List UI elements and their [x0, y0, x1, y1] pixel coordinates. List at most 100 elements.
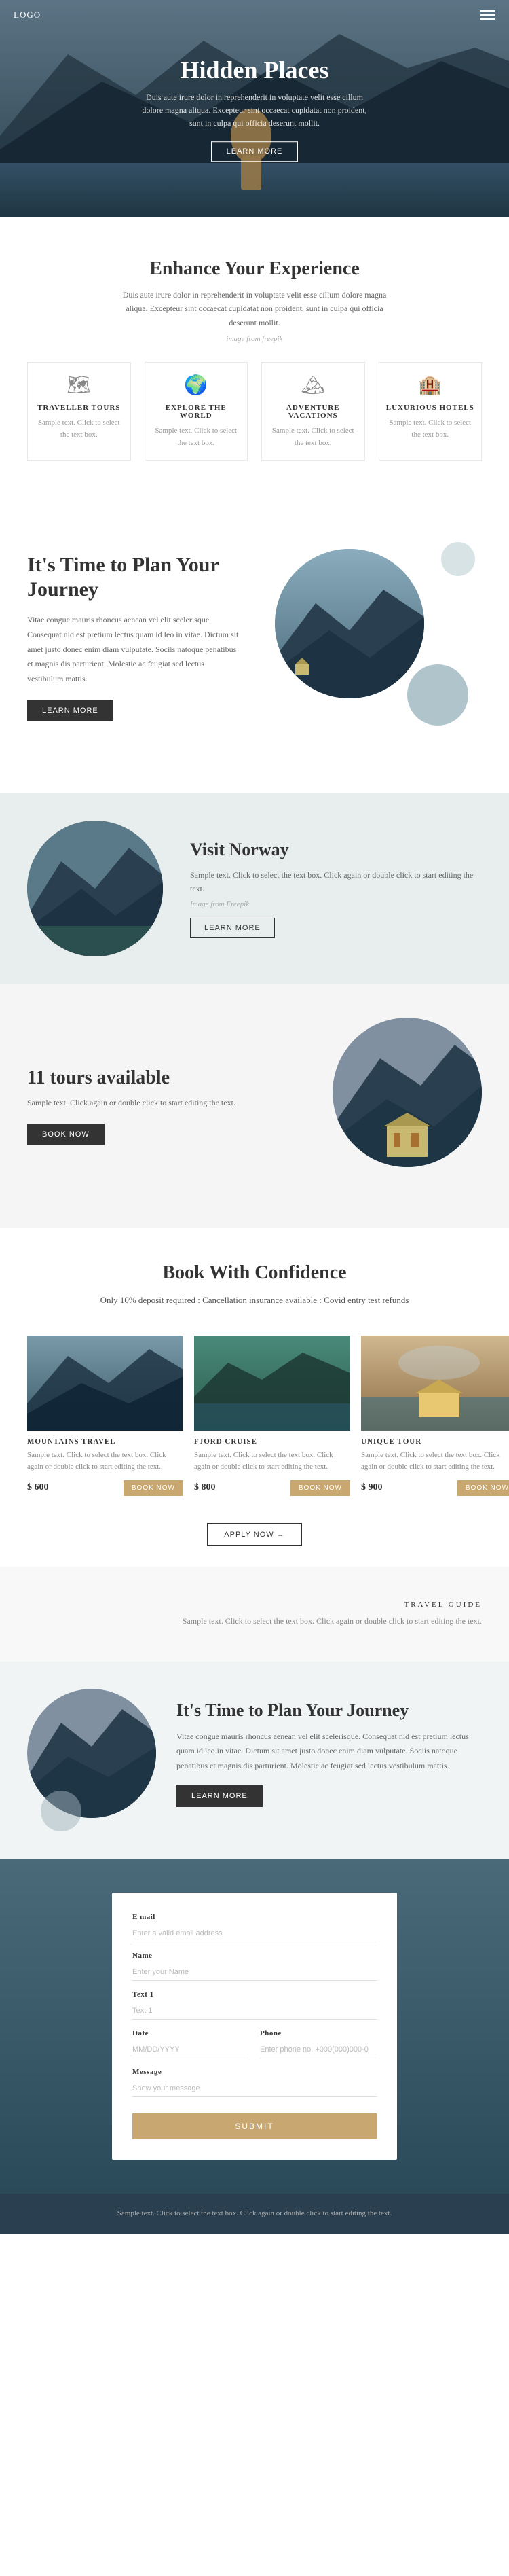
- hotels-icon: 🏨: [386, 374, 475, 397]
- norway-cta-button[interactable]: LEARN MORE: [190, 918, 275, 938]
- norway-section: Visit Norway Sample text. Click to selec…: [0, 793, 509, 984]
- plan2-text: It's Time to Plan Your Journey Vitae con…: [176, 1700, 482, 1807]
- text1-field[interactable]: [132, 2001, 377, 2020]
- feature-item-traveller: 🗺 TRAVELLER TOURS Sample text. Click to …: [27, 362, 131, 461]
- form-group-email: E mail: [132, 1913, 377, 1942]
- tour-card-fjord: FJORD CRUISE Sample text. Click to selec…: [194, 1336, 350, 1496]
- message-label: Message: [132, 2068, 377, 2076]
- footer: Sample text. Click to select the text bo…: [0, 2194, 509, 2234]
- phone-field[interactable]: [260, 2040, 377, 2058]
- form-group-name: Name: [132, 1952, 377, 1981]
- tour-card-unique-desc: Sample text. Click to select the text bo…: [361, 1450, 509, 1473]
- hamburger-menu[interactable]: [480, 10, 495, 20]
- plan2-section: It's Time to Plan Your Journey Vitae con…: [0, 1662, 509, 1859]
- features-grid: 🗺 TRAVELLER TOURS Sample text. Click to …: [27, 362, 482, 461]
- norway-text: Visit Norway Sample text. Click to selec…: [190, 840, 482, 938]
- hero-title: Hidden Places: [139, 56, 370, 84]
- email-field[interactable]: [132, 1924, 377, 1942]
- norway-desc: Sample text. Click to select the text bo…: [190, 868, 482, 896]
- book-confidence-title: Book With Confidence: [27, 1262, 482, 1284]
- phone-label: Phone: [260, 2029, 377, 2037]
- tour-card-unique-label: UNIQUE TOUR: [361, 1437, 509, 1446]
- tour-cards-grid: MOUNTAINS TRAVEL Sample text. Click to s…: [0, 1322, 509, 1509]
- apply-now-button[interactable]: APPLY NOW →: [207, 1523, 301, 1546]
- plan-cta-button[interactable]: LEARN MORE: [27, 700, 113, 721]
- tours-section: 11 tours available Sample text. Click ag…: [0, 984, 509, 1228]
- tour-card-fjord-label: FJORD CRUISE: [194, 1437, 350, 1446]
- norway-credit: Image from Freepik: [190, 900, 482, 908]
- tour-card-mountains-label: MOUNTAINS TRAVEL: [27, 1437, 183, 1446]
- tours-book-button[interactable]: BOOK NOW: [27, 1124, 105, 1145]
- book-confidence-features: Only 10% deposit required : Cancellation…: [27, 1292, 482, 1308]
- tour-card-unique-price: $ 900: [361, 1482, 383, 1493]
- tours-count: 11 tours available: [27, 1067, 241, 1089]
- form-group-message: Message: [132, 2068, 377, 2097]
- adventure-icon: 🏔: [269, 374, 358, 397]
- tour-card-mountains-footer: $ 600 BOOK NOW: [27, 1480, 183, 1496]
- hero-cta-button[interactable]: LEARN MORE: [211, 141, 299, 162]
- plan2-cta-button[interactable]: LEARN MORE: [176, 1785, 263, 1807]
- tour-card-fjord-img: [194, 1336, 350, 1431]
- hero-description: Duis aute irure dolor in reprehenderit i…: [139, 91, 370, 130]
- name-label: Name: [132, 1952, 377, 1960]
- tours-text: 11 tours available Sample text. Click ag…: [27, 1067, 241, 1145]
- submit-button[interactable]: SUBMIT: [132, 2113, 377, 2139]
- tours-circle-main: [333, 1018, 482, 1167]
- plan2-desc: Vitae congue mauris rhoncus aenean vel e…: [176, 1730, 482, 1774]
- message-field[interactable]: [132, 2079, 377, 2097]
- adventure-desc: Sample text. Click to select the text bo…: [269, 425, 358, 449]
- form-row-date-phone: Date Phone: [132, 2029, 377, 2068]
- tour-card-mountains: MOUNTAINS TRAVEL Sample text. Click to s…: [27, 1336, 183, 1496]
- tour-card-unique-img: [361, 1336, 509, 1431]
- date-field[interactable]: [132, 2040, 249, 2058]
- adventure-label: ADVENTURE VACATIONS: [269, 404, 358, 420]
- travel-guide-label: TRAVEL GUIDE: [27, 1600, 482, 1609]
- contact-form: E mail Name Text 1 Date Phone Message SU…: [112, 1893, 397, 2160]
- text1-label: Text 1: [132, 1990, 377, 1999]
- form-group-date: Date: [132, 2029, 249, 2058]
- tour-card-fjord-desc: Sample text. Click to select the text bo…: [194, 1450, 350, 1473]
- book-confidence-section: Book With Confidence Only 10% deposit re…: [0, 1228, 509, 1321]
- tour-card-mountains-desc: Sample text. Click to select the text bo…: [27, 1450, 183, 1473]
- travel-guide-section: TRAVEL GUIDE Sample text. Click to selec…: [0, 1567, 509, 1662]
- plan-circle-dot-top: [441, 542, 475, 576]
- tour-card-mountains-img: [27, 1336, 183, 1431]
- footer-text: Sample text. Click to select the text bo…: [27, 2207, 482, 2220]
- tour-card-unique-book-button[interactable]: BOOK NOW: [457, 1480, 509, 1496]
- tour-card-mountains-price: $ 600: [27, 1482, 49, 1493]
- apply-row: APPLY NOW →: [0, 1509, 509, 1567]
- tour-card-mountains-book-button[interactable]: BOOK NOW: [124, 1480, 183, 1496]
- travel-guide-desc: Sample text. Click to select the text bo…: [27, 1614, 482, 1628]
- email-label: E mail: [132, 1913, 377, 1921]
- tour-card-fjord-footer: $ 800 BOOK NOW: [194, 1480, 350, 1496]
- tour-card-fjord-price: $ 800: [194, 1482, 216, 1493]
- plan2-title: It's Time to Plan Your Journey: [176, 1700, 482, 1721]
- plan-images: [268, 542, 482, 732]
- enhance-subtitle: Duis aute irure dolor in reprehenderit i…: [119, 288, 390, 329]
- form-group-phone: Phone: [260, 2029, 377, 2058]
- plan-section: It's Time to Plan Your Journey Vitae con…: [0, 501, 509, 773]
- tours-images: [268, 1018, 482, 1194]
- enhance-title: Enhance Your Experience: [27, 258, 482, 280]
- tour-card-unique-footer: $ 900 BOOK NOW: [361, 1480, 509, 1496]
- plan-circle-small: [407, 664, 468, 726]
- feature-item-explore: 🌍 EXPLORE THE WORLD Sample text. Click t…: [145, 362, 248, 461]
- name-field[interactable]: [132, 1963, 377, 1981]
- traveller-label: TRAVELLER TOURS: [35, 404, 124, 412]
- date-label: Date: [132, 2029, 249, 2037]
- traveller-icon: 🗺: [35, 374, 124, 397]
- plan2-dot: [41, 1791, 81, 1831]
- tour-card-unique: UNIQUE TOUR Sample text. Click to select…: [361, 1336, 509, 1496]
- feature-item-hotels: 🏨 LUXURIOUS HOTELS Sample text. Click to…: [379, 362, 483, 461]
- plan-circle-main: [275, 549, 424, 698]
- hero-section: Hidden Places Duis aute irure dolor in r…: [0, 0, 509, 217]
- explore-label: EXPLORE THE WORLD: [152, 404, 241, 420]
- contact-section: E mail Name Text 1 Date Phone Message SU…: [0, 1859, 509, 2194]
- enhance-image-credit: image from freepik: [27, 335, 482, 343]
- hotels-desc: Sample text. Click to select the text bo…: [386, 417, 475, 441]
- plan-title: It's Time to Plan Your Journey: [27, 553, 241, 602]
- tour-card-fjord-book-button[interactable]: BOOK NOW: [290, 1480, 350, 1496]
- traveller-desc: Sample text. Click to select the text bo…: [35, 417, 124, 441]
- explore-icon: 🌍: [152, 374, 241, 397]
- feature-item-adventure: 🏔 ADVENTURE VACATIONS Sample text. Click…: [261, 362, 365, 461]
